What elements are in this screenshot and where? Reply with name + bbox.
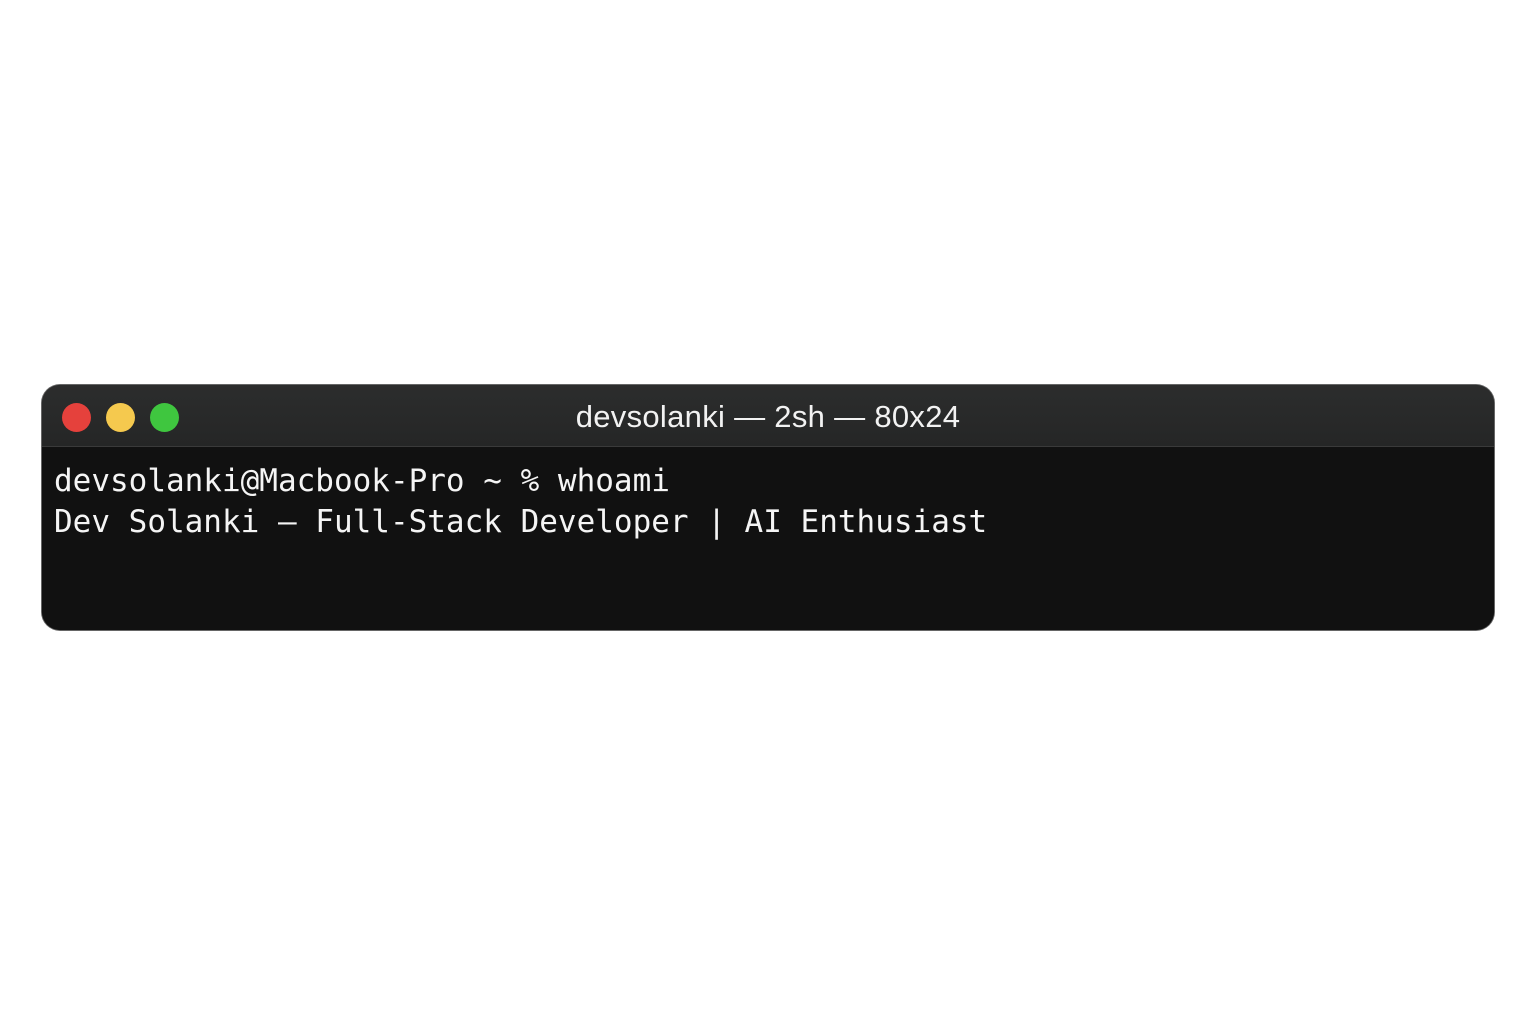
entered-command: whoami bbox=[557, 463, 670, 499]
terminal-window: devsolanki — 2sh — 80x24 devsolanki@Macb… bbox=[42, 385, 1494, 630]
terminal-output-area[interactable]: devsolanki@Macbook-Pro ~ % whoami Dev So… bbox=[42, 447, 1494, 630]
command-line: devsolanki@Macbook-Pro ~ % whoami bbox=[54, 461, 1482, 502]
window-title: devsolanki — 2sh — 80x24 bbox=[575, 399, 961, 434]
window-titlebar[interactable]: devsolanki — 2sh — 80x24 bbox=[42, 385, 1494, 447]
shell-prompt: devsolanki@Macbook-Pro ~ % bbox=[54, 463, 558, 499]
command-output: Dev Solanki — Full-Stack Developer | AI … bbox=[54, 504, 988, 540]
